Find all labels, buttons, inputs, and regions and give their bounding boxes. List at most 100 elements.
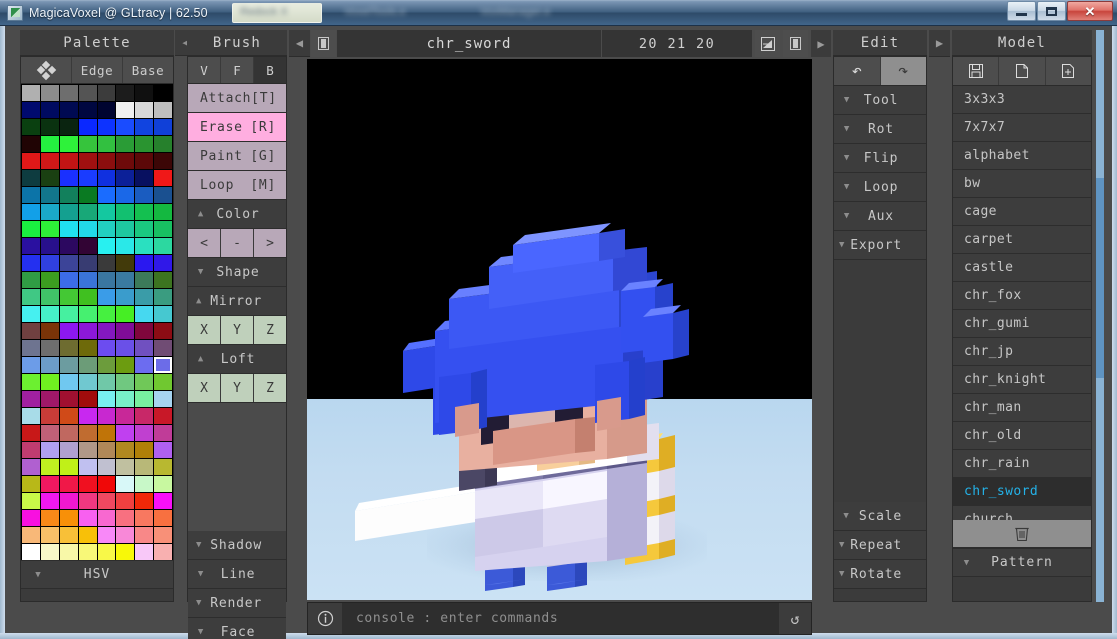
palette-swatch[interactable] [78,493,97,509]
palette-swatch[interactable] [135,119,154,135]
palette-swatch[interactable] [97,391,116,407]
palette-swatch-grid[interactable] [21,84,173,560]
palette-swatch[interactable] [135,408,154,424]
palette-swatch[interactable] [97,408,116,424]
model-pattern-section[interactable]: ▼ Pattern [953,548,1091,577]
palette-swatch[interactable] [154,340,172,356]
color-next-button[interactable]: > [254,229,286,257]
palette-swatch[interactable] [116,425,135,441]
palette-swatch[interactable] [59,272,78,288]
palette-swatch[interactable] [135,323,154,339]
model-item[interactable]: chr_jp [953,338,1091,366]
model-item[interactable]: alphabet [953,142,1091,170]
palette-swatch[interactable] [78,119,97,135]
palette-swatch[interactable] [59,340,78,356]
palette-swatch[interactable] [97,510,116,526]
palette-swatch[interactable] [22,204,40,220]
palette-swatch[interactable] [116,459,135,475]
brush-line-section[interactable]: ▼ Line [188,560,286,589]
palette-swatch[interactable] [59,238,78,254]
palette-swatch[interactable] [40,476,59,492]
palette-swatch[interactable] [97,323,116,339]
palette-swatch[interactable] [40,170,59,186]
hsv-section[interactable]: ▼ HSV [21,560,173,588]
palette-swatch[interactable] [97,187,116,203]
palette-swatch[interactable] [97,102,116,118]
palette-swatch[interactable] [135,272,154,288]
palette-swatch[interactable] [97,153,116,169]
console-info-button[interactable] [308,603,342,634]
minimize-button[interactable] [1007,1,1036,21]
palette-swatch[interactable] [154,119,172,135]
edit-section-export[interactable]: ▼ Export [834,231,926,260]
edit-section-repeat[interactable]: ▼ Repeat [834,531,926,560]
palette-swatch[interactable] [135,442,154,458]
palette-swatch[interactable] [40,544,59,560]
palette-swatch[interactable] [22,425,40,441]
model-add-button[interactable] [1045,57,1091,85]
edit-section-rot[interactable]: ▼ Rot [834,115,926,144]
palette-swatch[interactable] [154,272,172,288]
palette-swatch[interactable] [116,323,135,339]
palette-swatch[interactable] [78,425,97,441]
palette-swatch[interactable] [22,170,40,186]
brush-color-section[interactable]: ▲ Color [188,200,286,229]
palette-swatch[interactable] [116,493,135,509]
palette-swatch[interactable] [116,153,135,169]
palette-swatch[interactable] [154,85,172,101]
palette-swatch[interactable] [116,510,135,526]
palette-swatch[interactable] [59,170,78,186]
palette-swatch[interactable] [22,136,40,152]
palette-swatch[interactable] [22,476,40,492]
palette-swatch[interactable] [22,374,40,390]
palette-swatch[interactable] [40,272,59,288]
palette-swatch[interactable] [59,425,78,441]
palette-swatch[interactable] [116,289,135,305]
palette-swatch[interactable] [22,544,40,560]
palette-swatch[interactable] [116,340,135,356]
loft-axis-x[interactable]: X [188,374,221,402]
palette-swatch[interactable] [154,204,172,220]
palette-swatch[interactable] [22,238,40,254]
palette-swatch[interactable] [116,391,135,407]
model-new-button[interactable] [999,57,1046,85]
edit-collapse-arrow[interactable]: ▶ [929,30,950,57]
palette-swatch[interactable] [97,544,116,560]
palette-swatch[interactable] [116,102,135,118]
palette-swatch[interactable] [154,391,172,407]
palette-swatch[interactable] [22,323,40,339]
brush-mode-erase[interactable]: Erase [R] [188,113,286,142]
palette-swatch[interactable] [40,153,59,169]
brush-shadow-section[interactable]: ▼ Shadow [188,531,286,560]
palette-swatch[interactable] [97,374,116,390]
palette-swatch[interactable] [78,408,97,424]
palette-swatch[interactable] [97,425,116,441]
palette-swatch[interactable] [40,425,59,441]
palette-swatch[interactable] [40,374,59,390]
loft-axis-z[interactable]: Z [254,374,286,402]
palette-swatch[interactable] [22,357,40,373]
palette-swatch[interactable] [116,544,135,560]
palette-swatch[interactable] [135,289,154,305]
model-item[interactable]: church [953,506,1091,520]
palette-swatch[interactable] [97,306,116,322]
palette-swatch[interactable] [135,187,154,203]
palette-swatch-selected[interactable] [154,357,172,373]
model-item[interactable]: chr_knight [953,366,1091,394]
palette-swatch[interactable] [40,323,59,339]
palette-swatch[interactable] [97,442,116,458]
redo-button[interactable]: ↷ [880,57,926,85]
palette-swatch[interactable] [154,289,172,305]
palette-swatch[interactable] [78,340,97,356]
palette-swatch[interactable] [116,85,135,101]
palette-swatch[interactable] [22,306,40,322]
model-delete-button[interactable] [953,520,1091,548]
palette-swatch[interactable] [97,476,116,492]
edit-section-rotate[interactable]: ▼ Rotate [834,560,926,589]
color-minus-button[interactable]: - [221,229,254,257]
palette-swatch[interactable] [135,102,154,118]
palette-swatch[interactable] [154,170,172,186]
model-item[interactable]: castle [953,254,1091,282]
palette-swatch[interactable] [78,323,97,339]
palette-swatch[interactable] [22,408,40,424]
